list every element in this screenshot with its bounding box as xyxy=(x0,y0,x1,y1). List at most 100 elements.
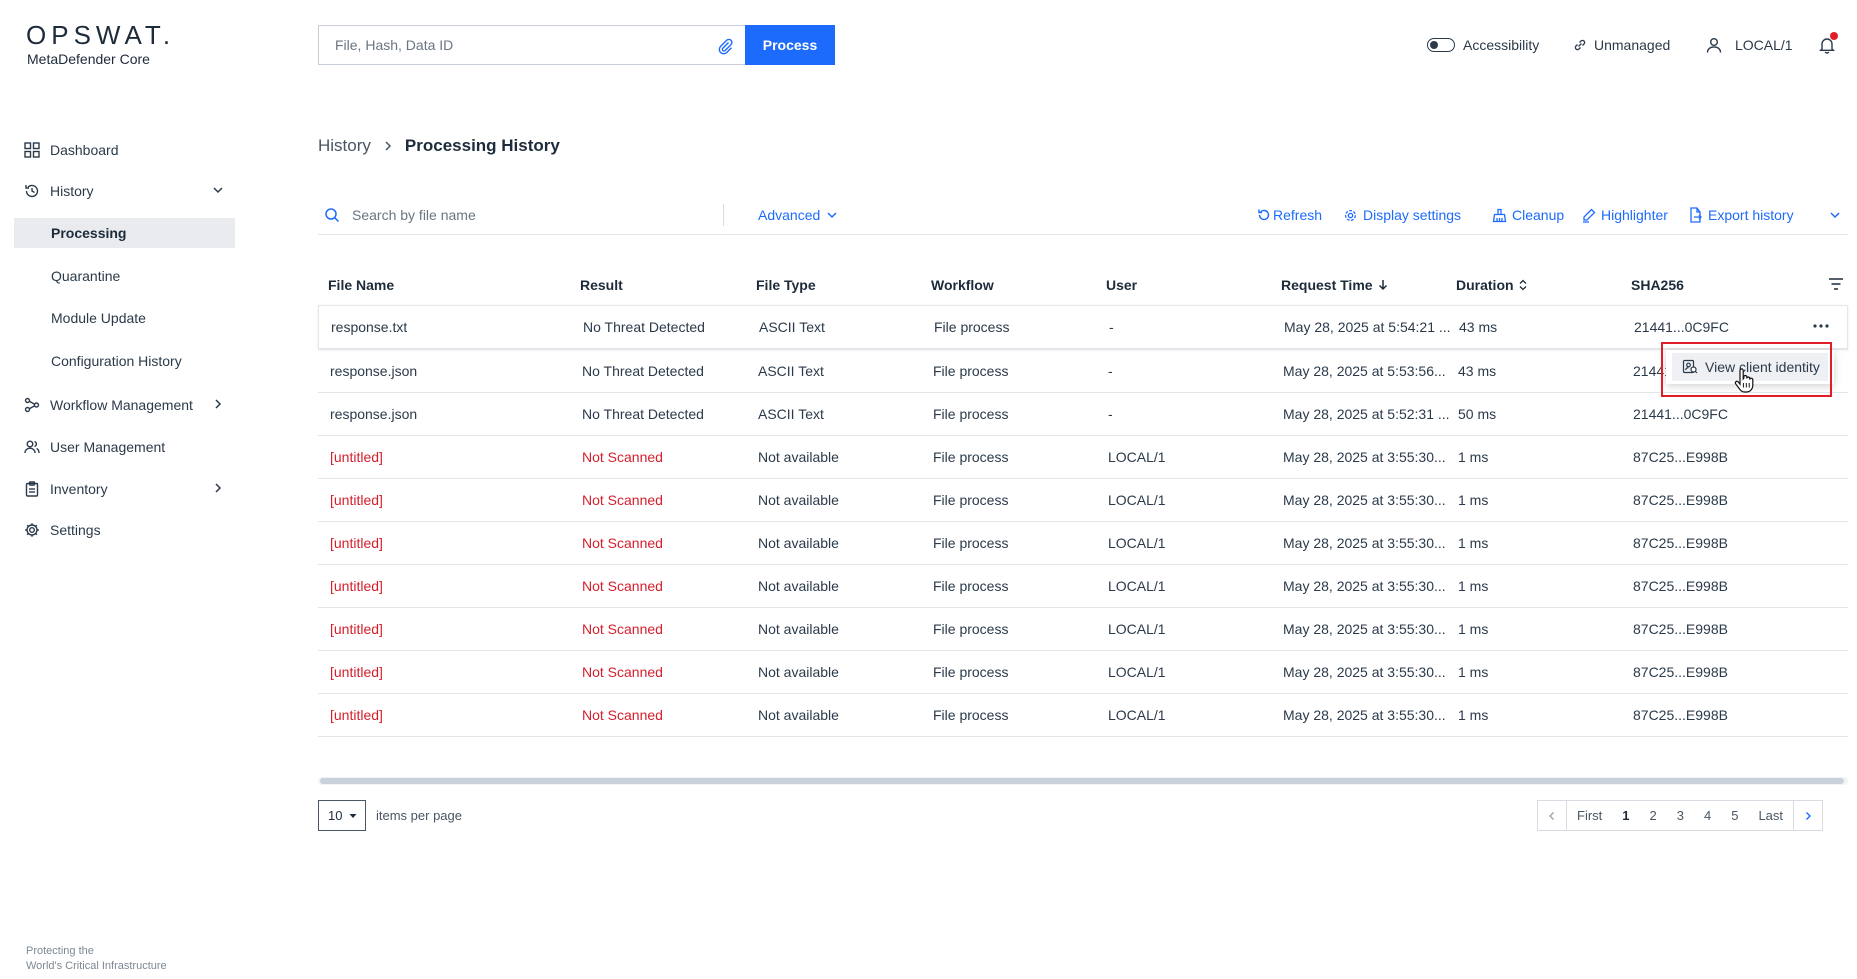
display-settings-label: Display settings xyxy=(1363,207,1462,223)
column-request-time[interactable]: Request Time xyxy=(1281,277,1389,293)
cell-file-name[interactable]: [untitled] xyxy=(330,535,383,551)
sidebar-item-dashboard[interactable]: Dashboard xyxy=(14,135,235,165)
cell-request-time: May 28, 2025 at 3:55:30... xyxy=(1283,449,1446,465)
sidebar-item-inventory[interactable]: Inventory xyxy=(14,474,235,504)
cell-sha256: 87C25...E998B xyxy=(1633,707,1728,723)
cell-duration: 43 ms xyxy=(1458,363,1497,379)
opswat-logo[interactable]: OPSWAT. MetaDefender Core xyxy=(26,22,175,67)
prev-page-button[interactable] xyxy=(1538,801,1567,830)
table-row[interactable]: response.txt No Threat Detected ASCII Text… xyxy=(318,305,1848,349)
unmanaged-status[interactable]: Unmanaged xyxy=(1573,34,1670,56)
paperclip-icon[interactable] xyxy=(716,37,734,55)
notifications-button[interactable] xyxy=(1818,32,1838,56)
cell-duration: 1 ms xyxy=(1458,621,1489,637)
cell-file-type: Not available xyxy=(758,664,839,680)
column-filter-button[interactable] xyxy=(1828,277,1844,291)
cell-duration: 43 ms xyxy=(1459,319,1498,335)
user-icon xyxy=(1706,38,1722,53)
cell-file-name[interactable]: [untitled] xyxy=(330,621,383,637)
cell-result: No Threat Detected xyxy=(582,363,704,379)
column-duration[interactable]: Duration xyxy=(1456,277,1528,293)
sidebar-item-quarantine[interactable]: Quarantine xyxy=(14,261,235,291)
horizontal-scrollbar[interactable] xyxy=(318,777,1848,785)
column-file-type[interactable]: File Type xyxy=(756,277,816,293)
process-button[interactable]: Process xyxy=(745,25,835,65)
cell-file-name[interactable]: response.json xyxy=(330,363,417,379)
export-history-button[interactable]: Export history xyxy=(1688,196,1794,234)
column-workflow[interactable]: Workflow xyxy=(931,277,994,293)
last-page-button[interactable]: Last xyxy=(1748,801,1793,830)
table-row[interactable]: [untitled] Not Scanned Not available File p… xyxy=(318,521,1848,564)
page-3-button[interactable]: 3 xyxy=(1667,801,1694,830)
breadcrumb-history[interactable]: History xyxy=(318,136,371,156)
page-5-button[interactable]: 5 xyxy=(1721,801,1748,830)
sidebar-item-processing[interactable]: Processing xyxy=(14,218,235,248)
search-icon xyxy=(325,208,340,223)
cell-user: LOCAL/1 xyxy=(1108,664,1166,680)
user-menu[interactable]: LOCAL/1 xyxy=(1705,34,1793,56)
unlink-icon xyxy=(1574,39,1586,51)
next-page-button[interactable] xyxy=(1793,801,1822,830)
sidebar-item-settings[interactable]: Settings xyxy=(14,515,235,545)
table-row[interactable]: response.json No Threat Detected ASCII Tex… xyxy=(318,392,1848,435)
more-horizontal-icon xyxy=(1813,324,1829,328)
cell-result: Not Scanned xyxy=(582,707,663,723)
sidebar-item-history[interactable]: History xyxy=(14,176,235,206)
global-search-input[interactable] xyxy=(333,36,697,54)
column-file-name[interactable]: File Name xyxy=(328,277,394,293)
cleanup-button[interactable]: Cleanup xyxy=(1492,196,1564,234)
cell-file-type: ASCII Text xyxy=(758,406,824,422)
refresh-label: Refresh xyxy=(1273,207,1323,223)
items-per-page-label: items per page xyxy=(376,808,462,823)
cell-file-name[interactable]: [untitled] xyxy=(330,707,383,723)
display-settings-button[interactable]: Display settings xyxy=(1343,196,1461,234)
file-search[interactable] xyxy=(318,196,723,234)
cell-result: Not Scanned xyxy=(582,449,663,465)
items-per-page-select[interactable]: 10 xyxy=(318,800,366,831)
unmanaged-label: Unmanaged xyxy=(1594,37,1671,53)
toggle-switch[interactable] xyxy=(1427,38,1455,52)
export-options-dropdown[interactable] xyxy=(1829,196,1846,234)
advanced-filter-button[interactable]: Advanced xyxy=(758,196,838,234)
page-2-button[interactable]: 2 xyxy=(1640,801,1667,830)
column-sha256[interactable]: SHA256 xyxy=(1631,277,1684,293)
column-user[interactable]: User xyxy=(1106,277,1137,293)
cell-file-name[interactable]: response.txt xyxy=(331,319,407,335)
row-actions-button[interactable] xyxy=(1811,316,1831,336)
column-result[interactable]: Result xyxy=(580,277,623,293)
global-search[interactable] xyxy=(318,25,746,65)
sidebar-item-configuration-history[interactable]: Configuration History xyxy=(14,346,235,376)
cell-file-name[interactable]: [untitled] xyxy=(330,664,383,680)
cell-file-type: Not available xyxy=(758,578,839,594)
page-1-button[interactable]: 1 xyxy=(1612,801,1639,830)
table-row[interactable]: response.json No Threat Detected ASCII Tex… xyxy=(318,349,1848,392)
table-row[interactable]: [untitled] Not Scanned Not available File p… xyxy=(318,478,1848,521)
accessibility-toggle[interactable]: Accessibility xyxy=(1427,34,1539,56)
export-history-label: Export history xyxy=(1708,207,1794,223)
sidebar-item-user-management[interactable]: User Management xyxy=(14,432,235,462)
cell-result: Not Scanned xyxy=(582,535,663,551)
table-row[interactable]: [untitled] Not Scanned Not available File p… xyxy=(318,607,1848,650)
cell-user: LOCAL/1 xyxy=(1108,578,1166,594)
sidebar-item-module-update[interactable]: Module Update xyxy=(14,303,235,333)
cell-file-name[interactable]: [untitled] xyxy=(330,449,383,465)
scrollbar-thumb[interactable] xyxy=(320,778,1844,784)
cell-workflow: File process xyxy=(933,535,1009,551)
cell-file-name[interactable]: response.json xyxy=(330,406,417,422)
cell-file-name[interactable]: [untitled] xyxy=(330,492,383,508)
cell-duration: 1 ms xyxy=(1458,707,1489,723)
refresh-button[interactable]: Refresh xyxy=(1257,196,1322,234)
cell-sha256: 87C25...E998B xyxy=(1633,621,1728,637)
highlighter-button[interactable]: Highlighter xyxy=(1581,196,1668,234)
first-page-button[interactable]: First xyxy=(1567,801,1612,830)
table-row[interactable]: [untitled] Not Scanned Not available File p… xyxy=(318,435,1848,478)
cell-duration: 1 ms xyxy=(1458,449,1489,465)
file-search-input[interactable] xyxy=(350,206,714,224)
cleanup-label: Cleanup xyxy=(1512,207,1565,223)
page-4-button[interactable]: 4 xyxy=(1694,801,1721,830)
sidebar-item-workflow-management[interactable]: Workflow Management xyxy=(14,390,235,420)
cell-file-name[interactable]: [untitled] xyxy=(330,578,383,594)
table-row[interactable]: [untitled] Not Scanned Not available File p… xyxy=(318,650,1848,693)
table-row[interactable]: [untitled] Not Scanned Not available File p… xyxy=(318,564,1848,607)
table-row[interactable]: [untitled] Not Scanned Not available File p… xyxy=(318,693,1848,737)
